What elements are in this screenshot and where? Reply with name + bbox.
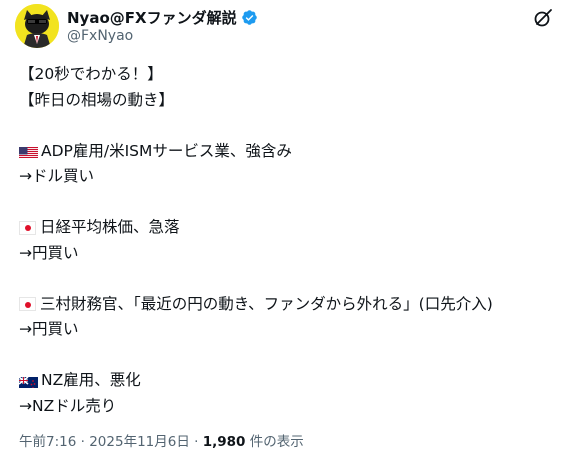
- post-line: ADP雇用/米ISMサービス業、強含み: [19, 139, 559, 165]
- avatar[interactable]: [15, 4, 59, 48]
- flag-nz-icon: [19, 374, 38, 388]
- author-display-name[interactable]: Nyao@FXファンダ解説: [67, 7, 237, 28]
- flag-jp-icon: [19, 220, 36, 235]
- post-line-text: 【20秒でわかる！】: [19, 65, 163, 83]
- post-line-text: 【昨日の相場の動き】: [19, 90, 175, 109]
- post-line: NZ雇用、悪化: [19, 368, 559, 394]
- post-date[interactable]: 2025年11月6日: [89, 434, 190, 450]
- post-line-text: →円買い: [19, 243, 79, 262]
- post-line: →ドル買い: [19, 164, 559, 190]
- post-line-text: ADP雇用/米ISMサービス業、強含み: [41, 141, 292, 160]
- post-meta: 午前7:16 · 2025年11月6日 · 1,980 件の表示: [19, 430, 304, 450]
- flag-us-icon: [19, 144, 38, 159]
- flag-jp-icon: [19, 297, 36, 312]
- post-body: 【20秒でわかる！】 【昨日の相場の動き】 ADP雇用/米ISMサービス業、強含み →…: [19, 62, 559, 419]
- meta-separator: ·: [194, 434, 199, 450]
- post-line: →NZドル売り: [19, 394, 559, 420]
- post-line-text: NZ雇用、悪化: [41, 371, 141, 389]
- post-line-text: →ドル買い: [19, 167, 94, 185]
- post-line-text: →NZドル売り: [19, 396, 117, 415]
- grok-button[interactable]: [531, 6, 555, 30]
- post-line: →円買い: [19, 241, 559, 267]
- meta-separator: ·: [80, 434, 85, 450]
- post-line: 【20秒でわかる！】: [19, 62, 559, 88]
- author-name-row: Nyao@FXファンダ解説: [67, 7, 258, 28]
- verified-badge-icon[interactable]: [241, 9, 258, 26]
- author-handle[interactable]: @FxNyao: [67, 28, 133, 44]
- post-line: 三村財務官、「最近の円の動き、ファンダから外れる」(口先介入): [19, 292, 559, 318]
- post-line-text: →円買い: [19, 320, 79, 338]
- views-label: 件の表示: [249, 434, 304, 450]
- post-line-text: 三村財務官、「最近の円の動き、ファンダから外れる」(口先介入): [40, 294, 493, 313]
- avatar-cat-image: [15, 4, 59, 48]
- grok-icon: [534, 9, 552, 27]
- post-line: 【昨日の相場の動き】: [19, 88, 559, 114]
- post-line-text: 日経平均株価、急落: [40, 218, 180, 236]
- views-count: 1,980: [202, 434, 246, 450]
- post-line: 日経平均株価、急落: [19, 215, 559, 241]
- post-time[interactable]: 午前7:16: [19, 434, 76, 450]
- post-line: →円買い: [19, 317, 559, 343]
